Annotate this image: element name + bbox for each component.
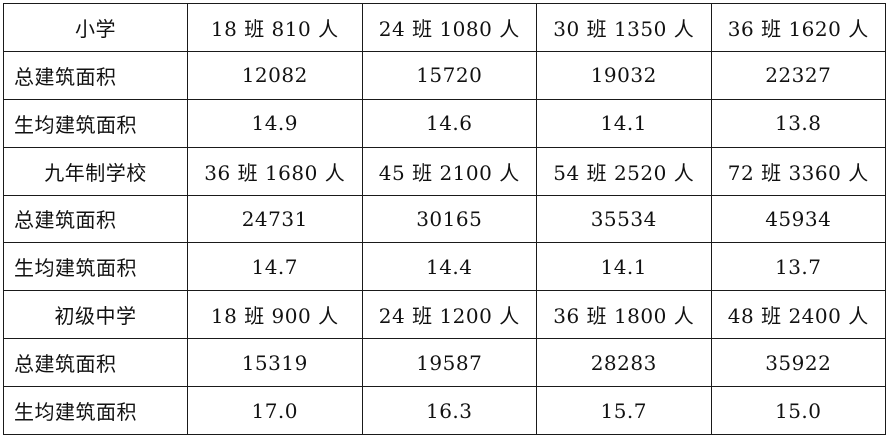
class-size-cell: 18 班 900 人 xyxy=(187,290,363,340)
class-size-cell: 24 班 1080 人 xyxy=(361,3,537,52)
value-cell: 12082 xyxy=(187,50,363,100)
value-cell: 16.3 xyxy=(361,386,537,435)
class-size-cell: 48 班 2400 人 xyxy=(710,290,886,340)
table-row-per-student-area: 生均建筑面积 14.7 14.4 14.1 13.7 xyxy=(3,242,886,292)
row-label-per-student-area: 生均建筑面积 xyxy=(3,386,188,435)
value-cell: 35922 xyxy=(710,338,886,387)
class-size-cell: 54 班 2520 人 xyxy=(536,146,712,196)
value-cell: 15.0 xyxy=(710,386,886,435)
value-cell: 14.4 xyxy=(361,242,537,292)
table-row-total-area: 总建筑面积 15319 19587 28283 35922 xyxy=(3,338,886,387)
class-size-cell: 36 班 1800 人 xyxy=(536,290,712,340)
value-cell: 19587 xyxy=(361,338,537,387)
table-row-total-area: 总建筑面积 24731 30165 35534 45934 xyxy=(3,194,886,244)
row-label-per-student-area: 生均建筑面积 xyxy=(3,98,188,148)
value-cell: 22327 xyxy=(710,50,886,100)
value-cell: 14.7 xyxy=(187,242,363,292)
row-label-total-area: 总建筑面积 xyxy=(3,338,188,387)
table-row-nine-year-header: 九年制学校 36 班 1680 人 45 班 2100 人 54 班 2520 … xyxy=(3,146,886,196)
table-row-total-area: 总建筑面积 12082 15720 19032 22327 xyxy=(3,50,886,100)
value-cell: 13.7 xyxy=(710,242,886,292)
value-cell: 14.1 xyxy=(536,98,712,148)
value-cell: 24731 xyxy=(187,194,363,244)
class-size-cell: 24 班 1200 人 xyxy=(361,290,537,340)
table-row-per-student-area: 生均建筑面积 17.0 16.3 15.7 15.0 xyxy=(3,386,886,435)
row-label-junior-high-school: 初级中学 xyxy=(3,290,188,340)
row-label-per-student-area: 生均建筑面积 xyxy=(3,242,188,292)
value-cell: 15720 xyxy=(361,50,537,100)
row-label-total-area: 总建筑面积 xyxy=(3,50,188,100)
value-cell: 35534 xyxy=(536,194,712,244)
table-row-junior-high-header: 初级中学 18 班 900 人 24 班 1200 人 36 班 1800 人 … xyxy=(3,290,886,340)
value-cell: 30165 xyxy=(361,194,537,244)
table-row-per-student-area: 生均建筑面积 14.9 14.6 14.1 13.8 xyxy=(3,98,886,148)
row-label-total-area: 总建筑面积 xyxy=(3,194,188,244)
row-label-primary-school: 小学 xyxy=(3,3,188,52)
value-cell: 17.0 xyxy=(187,386,363,435)
value-cell: 19032 xyxy=(536,50,712,100)
class-size-cell: 36 班 1680 人 xyxy=(187,146,363,196)
class-size-cell: 36 班 1620 人 xyxy=(710,3,886,52)
value-cell: 15319 xyxy=(187,338,363,387)
value-cell: 15.7 xyxy=(536,386,712,435)
value-cell: 14.6 xyxy=(361,98,537,148)
value-cell: 13.8 xyxy=(710,98,886,148)
class-size-cell: 30 班 1350 人 xyxy=(536,3,712,52)
value-cell: 14.9 xyxy=(187,98,363,148)
value-cell: 28283 xyxy=(536,338,712,387)
row-label-nine-year-school: 九年制学校 xyxy=(3,146,188,196)
table-row-primary-header: 小学 18 班 810 人 24 班 1080 人 30 班 1350 人 36… xyxy=(3,3,886,52)
class-size-cell: 72 班 3360 人 xyxy=(710,146,886,196)
school-area-table: 小学 18 班 810 人 24 班 1080 人 30 班 1350 人 36… xyxy=(3,3,886,435)
value-cell: 45934 xyxy=(710,194,886,244)
class-size-cell: 18 班 810 人 xyxy=(187,3,363,52)
class-size-cell: 45 班 2100 人 xyxy=(361,146,537,196)
value-cell: 14.1 xyxy=(536,242,712,292)
